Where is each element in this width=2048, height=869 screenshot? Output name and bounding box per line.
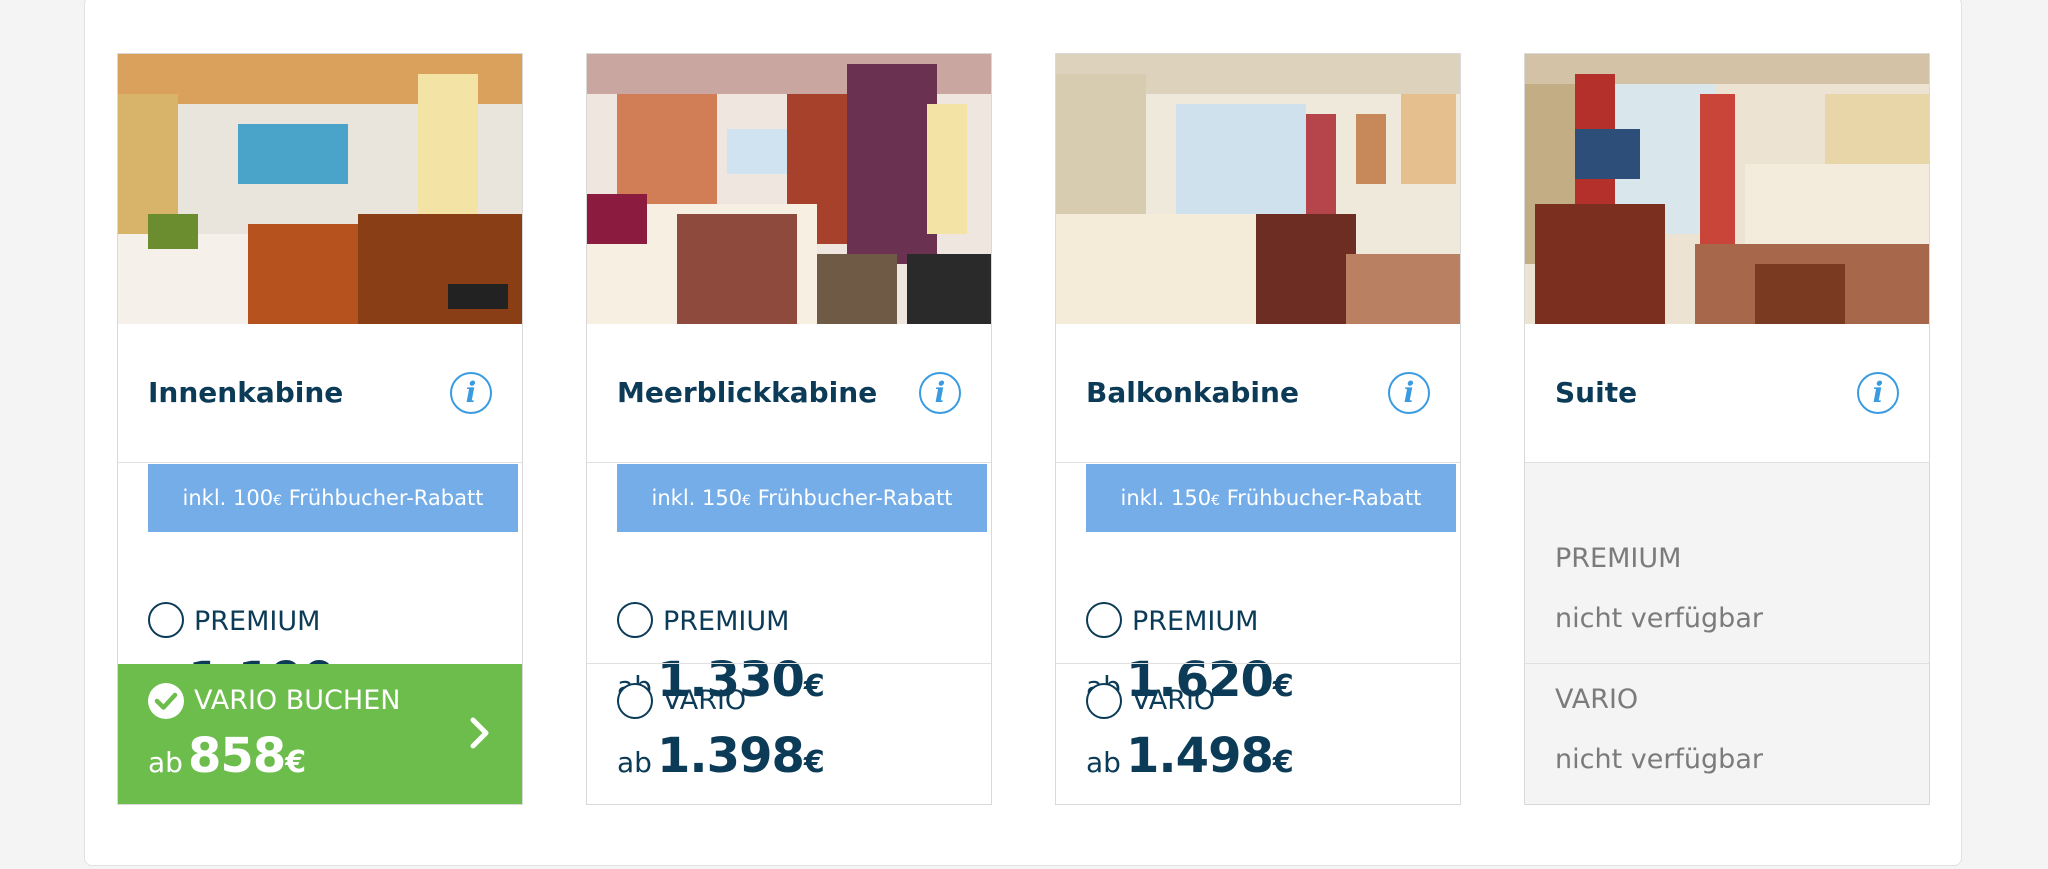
price-currency: € <box>285 745 307 780</box>
vario-price: ab 1.498€ <box>1086 728 1294 784</box>
availability-status: nicht verfügbar <box>1555 603 1763 634</box>
discount-currency: € <box>273 493 283 509</box>
cabin-card-innenkabine: Innenkabine i inkl. 100€ Frühbucher-Raba… <box>117 53 523 805</box>
price-prefix: ab <box>617 746 652 779</box>
price-currency: € <box>803 745 825 780</box>
cabin-photo-innenkabine <box>118 54 522 324</box>
info-icon[interactable]: i <box>1388 372 1430 414</box>
cabin-card-meerblickkabine: Meerblickkabine i inkl. 150€ Frühbucher-… <box>586 53 992 805</box>
price-currency: € <box>1272 745 1294 780</box>
vario-label: VARIO BUCHEN <box>194 685 401 716</box>
vario-option[interactable]: VARIO ab 1.498€ <box>1056 664 1460 804</box>
discount-currency: € <box>1211 493 1221 509</box>
early-booking-discount-badge: inkl. 150€ Frühbucher-Rabatt <box>617 464 987 532</box>
cabin-card-balkonkabine: Balkonkabine i inkl. 150€ Frühbucher-Rab… <box>1055 53 1461 805</box>
cabin-photo-suite <box>1525 54 1929 324</box>
vario-label: VARIO <box>1132 685 1216 716</box>
discount-label: Frühbucher-Rabatt <box>1220 486 1422 510</box>
price-prefix: ab <box>148 746 183 779</box>
price-amount: 1.498 <box>1126 728 1274 784</box>
cabin-title: Suite <box>1555 376 1638 409</box>
discount-amount: inkl. 150 <box>651 486 743 510</box>
cabin-photo-meerblickkabine <box>587 54 991 324</box>
premium-radio[interactable] <box>617 602 653 638</box>
discount-currency: € <box>742 493 752 509</box>
cabin-card-suite: Suite i PREMIUM nicht verfügbar VARIO ni… <box>1524 53 1930 805</box>
info-icon[interactable]: i <box>919 372 961 414</box>
price-prefix: ab <box>1086 746 1121 779</box>
price-amount: 858 <box>188 728 286 784</box>
vario-unavailable: VARIO nicht verfügbar <box>1525 664 1929 804</box>
premium-option[interactable]: PREMIUM ab 1.330€ <box>587 532 991 708</box>
vario-label: VARIO <box>1555 684 1639 715</box>
vario-price: ab 1.398€ <box>617 728 825 784</box>
cabin-selection-panel: Innenkabine i inkl. 100€ Frühbucher-Raba… <box>84 0 1962 866</box>
availability-status: nicht verfügbar <box>1555 744 1763 775</box>
cabin-title: Innenkabine <box>148 376 344 409</box>
early-booking-discount-badge: inkl. 150€ Frühbucher-Rabatt <box>1086 464 1456 532</box>
checkmark-icon <box>148 683 184 719</box>
vario-option[interactable]: VARIO ab 1.398€ <box>587 664 991 804</box>
premium-label: PREMIUM <box>663 606 790 637</box>
discount-label: Frühbucher-Rabatt <box>751 486 953 510</box>
vario-book-button[interactable]: VARIO BUCHEN ab 858€ <box>118 664 522 804</box>
premium-unavailable: PREMIUM nicht verfügbar <box>1525 463 1929 663</box>
discount-label: Frühbucher-Rabatt <box>282 486 484 510</box>
info-icon[interactable]: i <box>450 372 492 414</box>
premium-option[interactable]: PREMIUM ab 1.190€ <box>118 532 522 708</box>
price-amount: 1.398 <box>657 728 805 784</box>
cabin-title: Meerblickkabine <box>617 376 878 409</box>
discount-amount: inkl. 150 <box>1120 486 1212 510</box>
premium-radio[interactable] <box>148 602 184 638</box>
premium-label: PREMIUM <box>1555 543 1682 574</box>
cabin-title: Balkonkabine <box>1086 376 1299 409</box>
divider <box>1056 462 1460 463</box>
divider <box>118 462 522 463</box>
info-icon[interactable]: i <box>1857 372 1899 414</box>
discount-amount: inkl. 100 <box>182 486 274 510</box>
early-booking-discount-badge: inkl. 100€ Frühbucher-Rabatt <box>148 464 518 532</box>
vario-radio[interactable] <box>617 683 653 719</box>
vario-price: ab 858€ <box>148 728 306 784</box>
premium-label: PREMIUM <box>1132 606 1259 637</box>
vario-label: VARIO <box>663 685 747 716</box>
premium-option[interactable]: PREMIUM ab 1.620€ <box>1056 532 1460 708</box>
cabin-photo-balkonkabine <box>1056 54 1460 324</box>
divider <box>587 462 991 463</box>
chevron-right-icon <box>468 716 492 754</box>
premium-radio[interactable] <box>1086 602 1122 638</box>
vario-radio[interactable] <box>1086 683 1122 719</box>
premium-label: PREMIUM <box>194 606 321 637</box>
